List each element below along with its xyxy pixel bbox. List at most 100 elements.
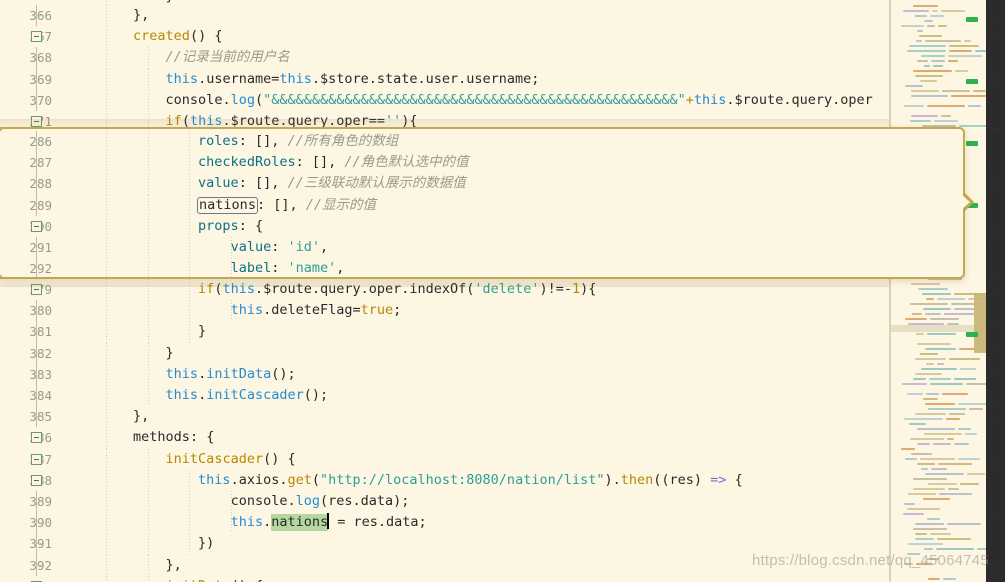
fold-region-line-icon[interactable] bbox=[36, 47, 37, 69]
fold-collapse-icon[interactable] bbox=[31, 220, 42, 232]
code-editor-text-area[interactable]: }366 },367 created() {368 //记录当前的用户名369 … bbox=[0, 0, 890, 582]
minimap-code-row bbox=[946, 418, 960, 420]
code-line[interactable]: 388 this.axios.get("http://localhost:808… bbox=[0, 469, 890, 491]
code-line-text: }, bbox=[68, 555, 182, 576]
minimap-code-row bbox=[915, 523, 944, 525]
fold-region-line-icon[interactable] bbox=[36, 342, 41, 364]
fold-collapse-icon[interactable] bbox=[31, 474, 42, 486]
fold-collapse-icon[interactable] bbox=[31, 453, 42, 465]
fold-region-line-icon[interactable] bbox=[36, 385, 37, 407]
code-token: created bbox=[133, 28, 190, 45]
code-line[interactable]: 393 initData() { bbox=[0, 575, 890, 582]
code-line[interactable]: 288 value: [], //三级联动默认展示的数据值 bbox=[0, 173, 963, 195]
fold-region-line-icon[interactable] bbox=[36, 321, 41, 343]
minimap-code-row bbox=[948, 60, 958, 62]
scrollbar-change-marker[interactable] bbox=[966, 332, 978, 337]
minimap-code-row bbox=[917, 443, 930, 445]
code-line[interactable]: 367 created() { bbox=[0, 26, 890, 48]
minimap-code-row bbox=[968, 105, 981, 107]
minimap-code-row bbox=[923, 308, 951, 310]
code-token: }, bbox=[68, 7, 150, 23]
code-line[interactable]: 382 } bbox=[0, 342, 890, 364]
fold-region-line-icon[interactable] bbox=[36, 68, 37, 90]
line-number: 367 bbox=[0, 26, 58, 47]
code-line[interactable]: 385 }, bbox=[0, 406, 890, 428]
fold-region-line-icon[interactable] bbox=[36, 491, 37, 513]
fold-region-line-icon[interactable] bbox=[36, 194, 37, 216]
code-line[interactable]: 286 roles: [], //所有角色的数组 bbox=[0, 131, 963, 153]
line-number: 287 bbox=[29, 155, 52, 171]
minimap-code-row bbox=[910, 120, 931, 122]
code-line[interactable]: 287 checkedRoles: [], //角色默认选中的值 bbox=[0, 152, 963, 174]
code-line[interactable]: 390 this.nations = res.data; bbox=[0, 512, 890, 534]
code-line[interactable]: 292 label: 'name', bbox=[0, 258, 963, 277]
minimap-code-row bbox=[927, 105, 965, 107]
code-line[interactable]: 389 console.log(res.data); bbox=[0, 491, 890, 513]
fold-region-line-icon[interactable] bbox=[36, 300, 37, 322]
quick-definition-popup[interactable]: 286 roles: [], //所有角色的数组 287 checkedRoles… bbox=[0, 127, 974, 279]
code-token: } bbox=[68, 323, 207, 340]
fold-region-line-icon[interactable] bbox=[36, 173, 37, 195]
code-token: value bbox=[230, 239, 272, 255]
code-line[interactable]: 291 value: 'id', bbox=[0, 237, 963, 259]
code-line[interactable]: 368 //记录当前的用户名 bbox=[0, 47, 890, 69]
code-token: this bbox=[165, 70, 199, 87]
minimap-code-row bbox=[917, 343, 951, 345]
minimap-code-row bbox=[909, 423, 926, 425]
minimap-code-row bbox=[918, 288, 948, 290]
code-line[interactable]: 380 this.deleteFlag=true; bbox=[0, 300, 890, 322]
code-line-text: }, bbox=[68, 5, 149, 26]
code-minimap[interactable] bbox=[890, 0, 986, 582]
minimap-code-row bbox=[941, 115, 951, 117]
line-number: 292 bbox=[29, 261, 52, 277]
line-number: 382 bbox=[0, 343, 58, 364]
minimap-code-row bbox=[938, 463, 972, 465]
scrollbar-change-marker[interactable] bbox=[966, 79, 978, 84]
code-line[interactable]: 384 this.initCascader(); bbox=[0, 385, 890, 407]
minimap-code-row bbox=[947, 523, 981, 525]
code-line[interactable]: 386 methods: { bbox=[0, 427, 890, 449]
code-token: }) bbox=[68, 535, 215, 552]
fold-region-line-icon[interactable] bbox=[36, 554, 41, 576]
code-line[interactable]: 290 props: { bbox=[0, 215, 963, 237]
code-line[interactable]: 391 }) bbox=[0, 533, 890, 555]
code-line[interactable]: 366 }, bbox=[0, 5, 890, 27]
code-line[interactable]: 387 initCascader() { bbox=[0, 448, 890, 470]
scrollbar-change-marker[interactable] bbox=[966, 17, 978, 22]
minimap-code-row bbox=[930, 533, 951, 535]
code-token: () { bbox=[189, 28, 223, 45]
code-token: log bbox=[295, 493, 320, 509]
fold-region-line-icon[interactable] bbox=[36, 152, 37, 174]
fold-collapse-icon[interactable] bbox=[31, 31, 42, 43]
fold-region-line-icon[interactable] bbox=[36, 237, 37, 259]
minimap-code-row bbox=[905, 458, 917, 460]
code-token: { bbox=[726, 471, 743, 488]
minimap-code-row bbox=[917, 428, 955, 430]
code-line[interactable]: 289 nations: [], //显示的值 bbox=[0, 194, 963, 216]
fold-region-line-icon[interactable] bbox=[36, 258, 37, 277]
code-line[interactable]: 369 this.username=this.$store.state.user… bbox=[0, 68, 890, 90]
fold-region-line-icon[interactable] bbox=[36, 363, 37, 385]
fold-region-line-icon[interactable] bbox=[36, 89, 37, 111]
fold-collapse-icon[interactable] bbox=[31, 432, 42, 444]
code-line-text: this.initCascader(); bbox=[68, 385, 329, 406]
code-line-text: initCascader() { bbox=[68, 449, 296, 470]
code-token: }, bbox=[68, 556, 182, 573]
fold-region-line-icon[interactable] bbox=[36, 131, 37, 153]
code-line[interactable]: 370 console.log("&&&&&&&&&&&&&&&&&&&&&&&… bbox=[0, 89, 890, 111]
minimap-code-row bbox=[948, 488, 959, 490]
code-line[interactable]: 381 } bbox=[0, 321, 890, 343]
code-line[interactable]: 392 }, bbox=[0, 554, 890, 576]
code-line[interactable]: 383 this.initData(); bbox=[0, 363, 890, 385]
minimap-viewport-thumb[interactable] bbox=[974, 293, 986, 353]
vertical-scrollbar-track[interactable] bbox=[986, 0, 1005, 582]
fold-region-line-icon[interactable] bbox=[36, 533, 41, 555]
minimap-code-row bbox=[949, 358, 980, 360]
fold-region-line-icon[interactable] bbox=[36, 512, 37, 534]
fold-region-line-icon[interactable] bbox=[36, 406, 41, 428]
fold-region-line-icon[interactable] bbox=[36, 5, 41, 27]
scrollbar-change-marker[interactable] bbox=[966, 141, 978, 146]
